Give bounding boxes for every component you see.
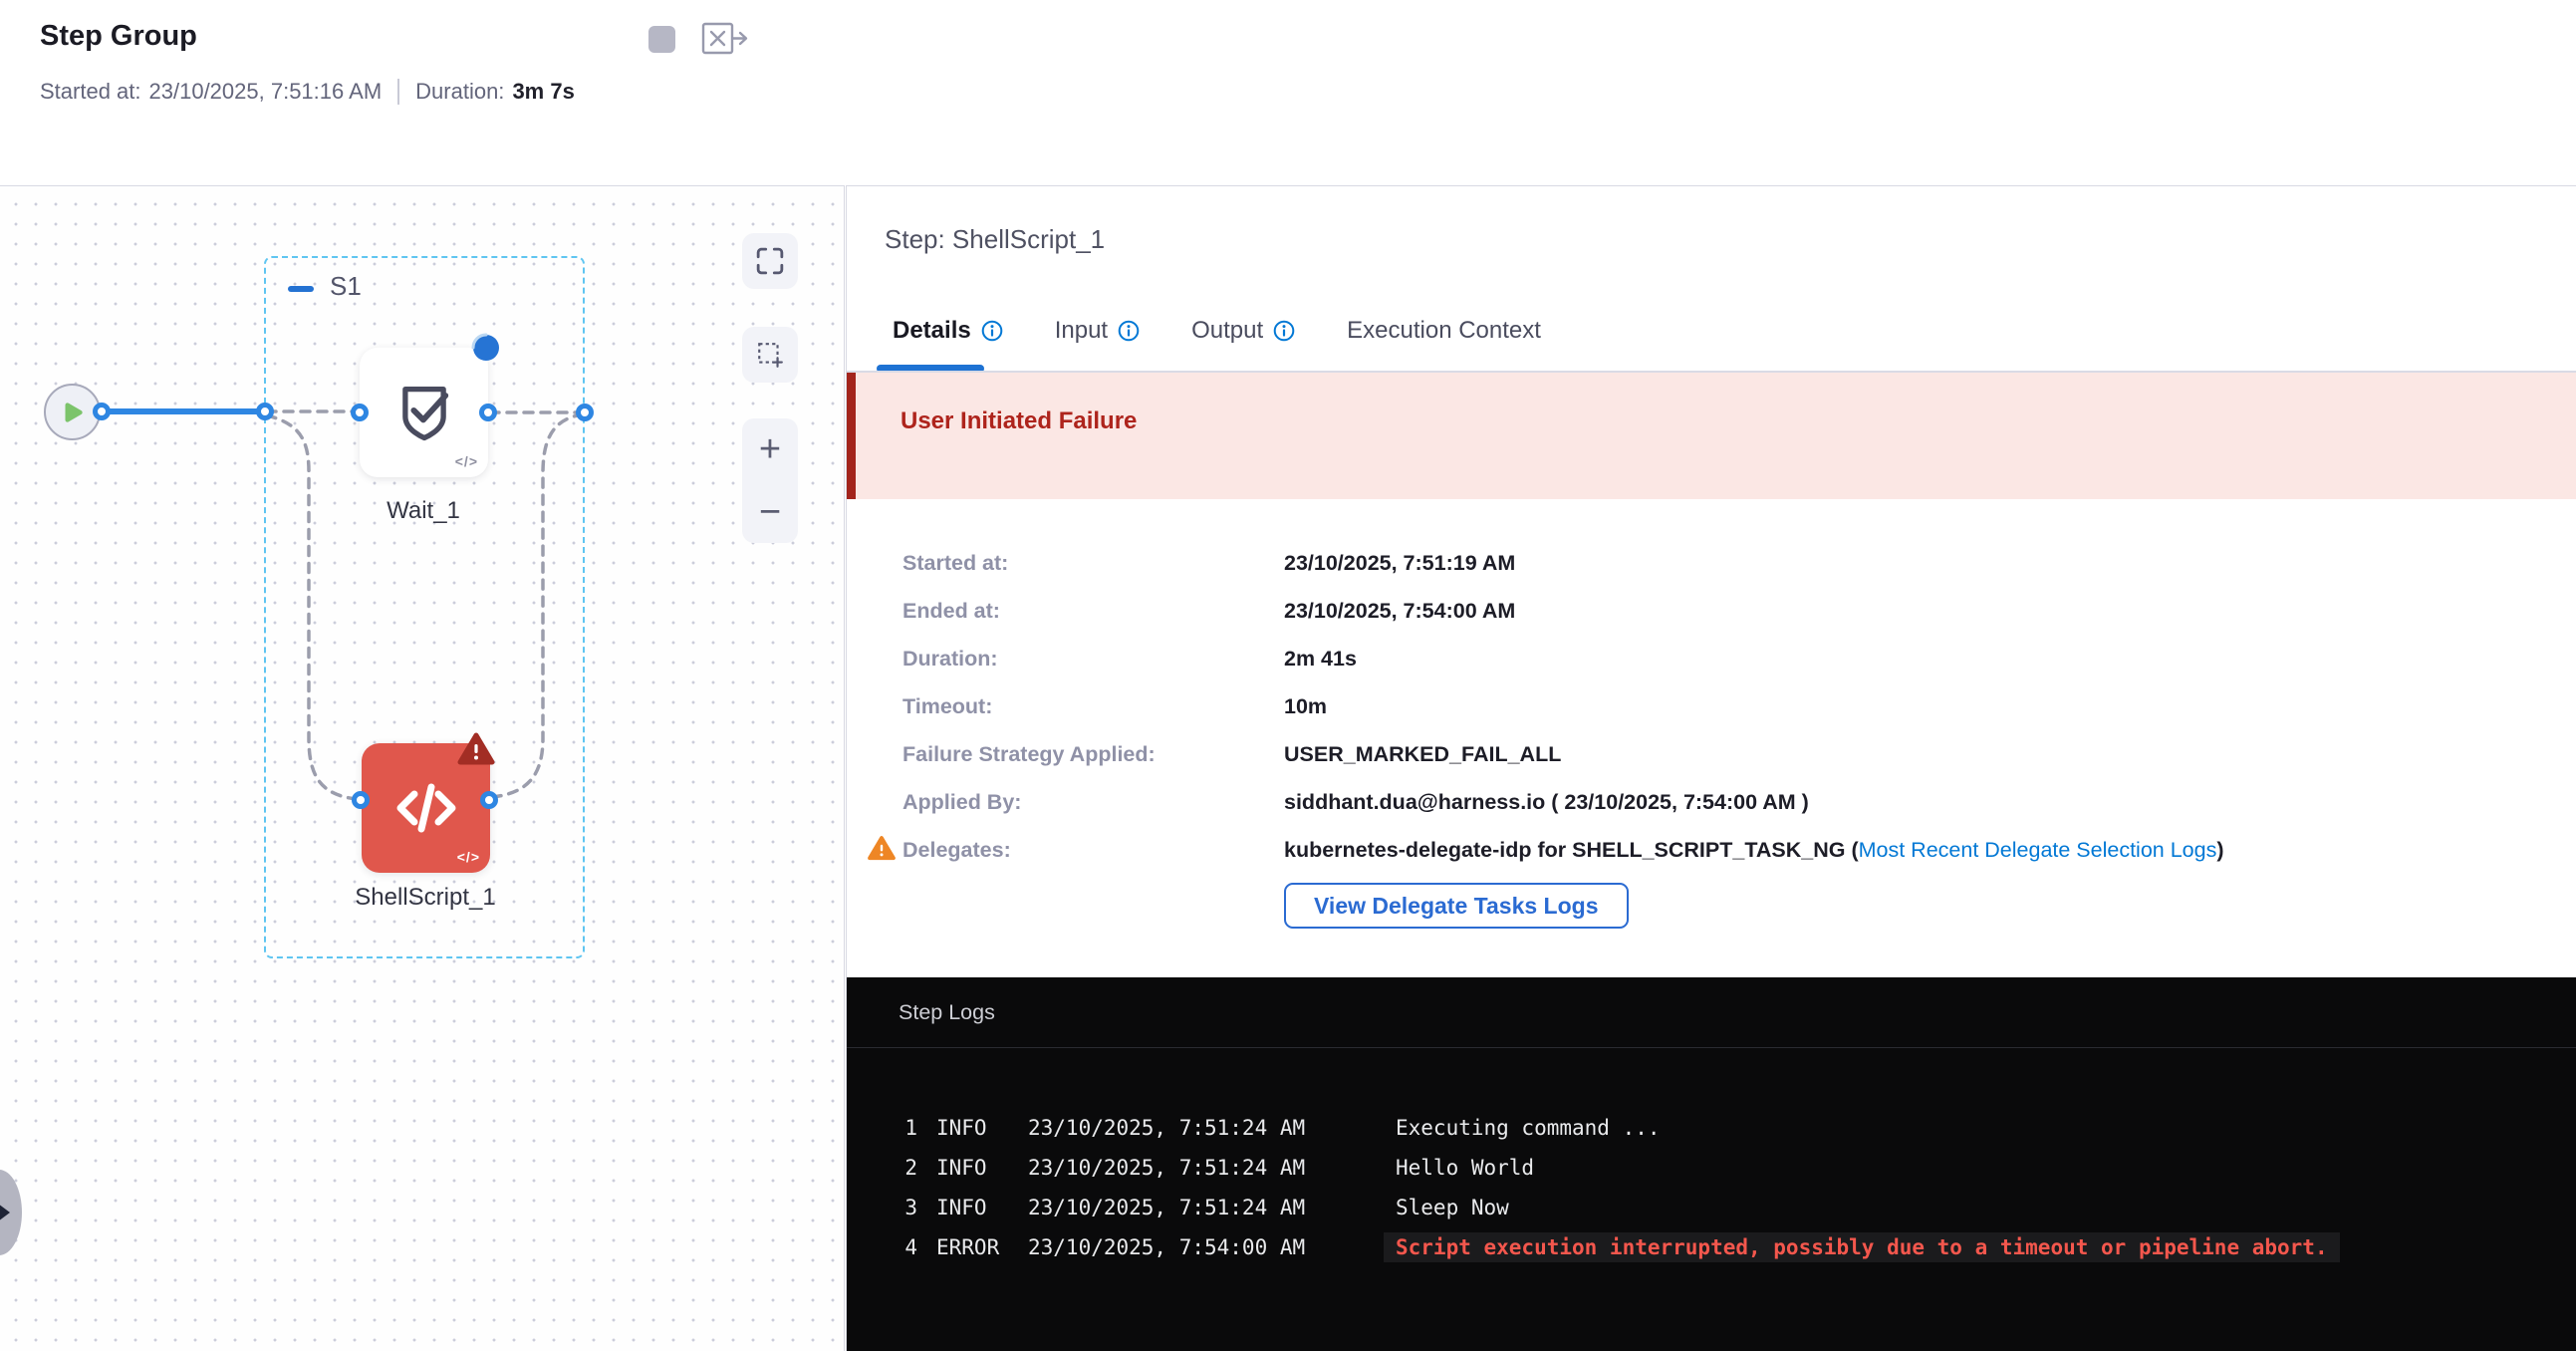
started-at-label: Started at:: [40, 79, 141, 105]
port-start-out[interactable]: [93, 403, 111, 420]
failure-banner: User Initiated Failure: [847, 373, 2576, 499]
tab-input[interactable]: Input: [1055, 317, 1140, 345]
collapse-group-icon[interactable]: [288, 286, 314, 292]
shell-script-icon: [388, 770, 464, 846]
step-details-list: Started at: 23/10/2025, 7:51:19 AM Ended…: [847, 551, 2556, 886]
port-shell-in[interactable]: [352, 791, 370, 809]
executed-edge: [102, 408, 265, 414]
running-spinner-icon: [469, 331, 503, 370]
port-wait-out[interactable]: [479, 404, 497, 421]
code-glyph-icon: </>: [455, 453, 478, 469]
header: Step Group Started at: 23/10/2025, 7:51:…: [0, 0, 2576, 185]
tab-details[interactable]: Details: [893, 317, 1003, 345]
tab-execution-context[interactable]: Execution Context: [1347, 317, 1541, 345]
detail-row-started-at: Started at: 23/10/2025, 7:51:19 AM: [847, 551, 2556, 599]
delegate-selection-logs-link[interactable]: Most Recent Delegate Selection Logs: [1859, 838, 2217, 862]
node-label-shellscript-1: ShellScript_1: [296, 884, 555, 912]
code-glyph-icon: </>: [457, 849, 480, 865]
log-lines: 1 INFO 23/10/2025, 7:51:24 AM Executing …: [847, 1048, 2576, 1267]
chevron-right-icon: [0, 1204, 10, 1221]
stop-icon[interactable]: [648, 26, 675, 53]
warning-icon: [867, 835, 897, 867]
duration-label: Duration:: [415, 79, 504, 105]
detail-row-duration: Duration: 2m 41s: [847, 647, 2556, 694]
zoom-out-button[interactable]: −: [742, 481, 798, 543]
zoom-in-button[interactable]: +: [742, 418, 798, 480]
group-label: S1: [330, 271, 362, 302]
play-icon: [58, 398, 88, 427]
step-group-execution-view: Step Group Started at: 23/10/2025, 7:51:…: [0, 0, 2576, 1351]
meta-divider: [397, 79, 399, 105]
tab-output[interactable]: Output: [1191, 317, 1295, 345]
detail-row-ended-at: Ended at: 23/10/2025, 7:54:00 AM: [847, 599, 2556, 647]
step-logs-console[interactable]: Step Logs 1 INFO 23/10/2025, 7:51:24 AM …: [847, 977, 2576, 1351]
step-logs-title: Step Logs: [847, 977, 2576, 1048]
delegates-value: kubernetes-delegate-idp for SHELL_SCRIPT…: [1284, 838, 2224, 863]
detail-row-failure-strategy: Failure Strategy Applied: USER_MARKED_FA…: [847, 742, 2556, 790]
info-icon: [1273, 320, 1295, 342]
log-line: 2 INFO 23/10/2025, 7:51:24 AM Hello Worl…: [847, 1148, 2576, 1188]
fit-to-screen-button[interactable]: [742, 233, 798, 289]
started-at-value: 23/10/2025, 7:51:16 AM: [149, 79, 383, 105]
zoom-control: + −: [742, 418, 798, 543]
port-shell-out[interactable]: [480, 791, 498, 809]
port-wait-in[interactable]: [351, 404, 369, 421]
marquee-select-button[interactable]: [742, 327, 798, 383]
port-group-in[interactable]: [256, 403, 274, 420]
info-icon: [981, 320, 1003, 342]
detail-row-applied-by: Applied By: siddhant.dua@harness.io ( 23…: [847, 790, 2556, 838]
detail-tabs: Details Input Output: [893, 317, 1541, 345]
failure-banner-text: User Initiated Failure: [901, 407, 1137, 435]
step-details-panel: Step: ShellScript_1 Details Input: [846, 185, 2576, 1351]
info-icon: [1118, 320, 1140, 342]
log-line: 3 INFO 23/10/2025, 7:51:24 AM Sleep Now: [847, 1188, 2576, 1227]
failure-warning-badge-icon: [456, 731, 496, 772]
duration-value: 3m 7s: [512, 79, 574, 105]
abort-exit-icon[interactable]: [701, 22, 749, 61]
node-label-wait-1: Wait_1: [294, 497, 553, 525]
marquee-select-icon: [756, 341, 784, 369]
detail-row-timeout: Timeout: 10m: [847, 694, 2556, 742]
execution-meta: Started at: 23/10/2025, 7:51:16 AM Durat…: [40, 79, 575, 105]
fit-to-screen-icon: [756, 247, 784, 275]
wait-step-icon: [390, 379, 458, 446]
detail-row-delegates: Delegates: kubernetes-delegate-idp for S…: [847, 838, 2556, 886]
log-line-error: 4 ERROR 23/10/2025, 7:54:00 AM Script ex…: [847, 1227, 2576, 1267]
step-title: Step: ShellScript_1: [885, 224, 1105, 255]
page-title: Step Group: [40, 20, 197, 53]
view-delegate-tasks-logs-button[interactable]: View Delegate Tasks Logs: [1284, 883, 1629, 929]
pipeline-canvas[interactable]: S1 </> Wait_1: [0, 185, 845, 1351]
port-group-out[interactable]: [576, 404, 594, 421]
log-line: 1 INFO 23/10/2025, 7:51:24 AM Executing …: [847, 1108, 2576, 1148]
